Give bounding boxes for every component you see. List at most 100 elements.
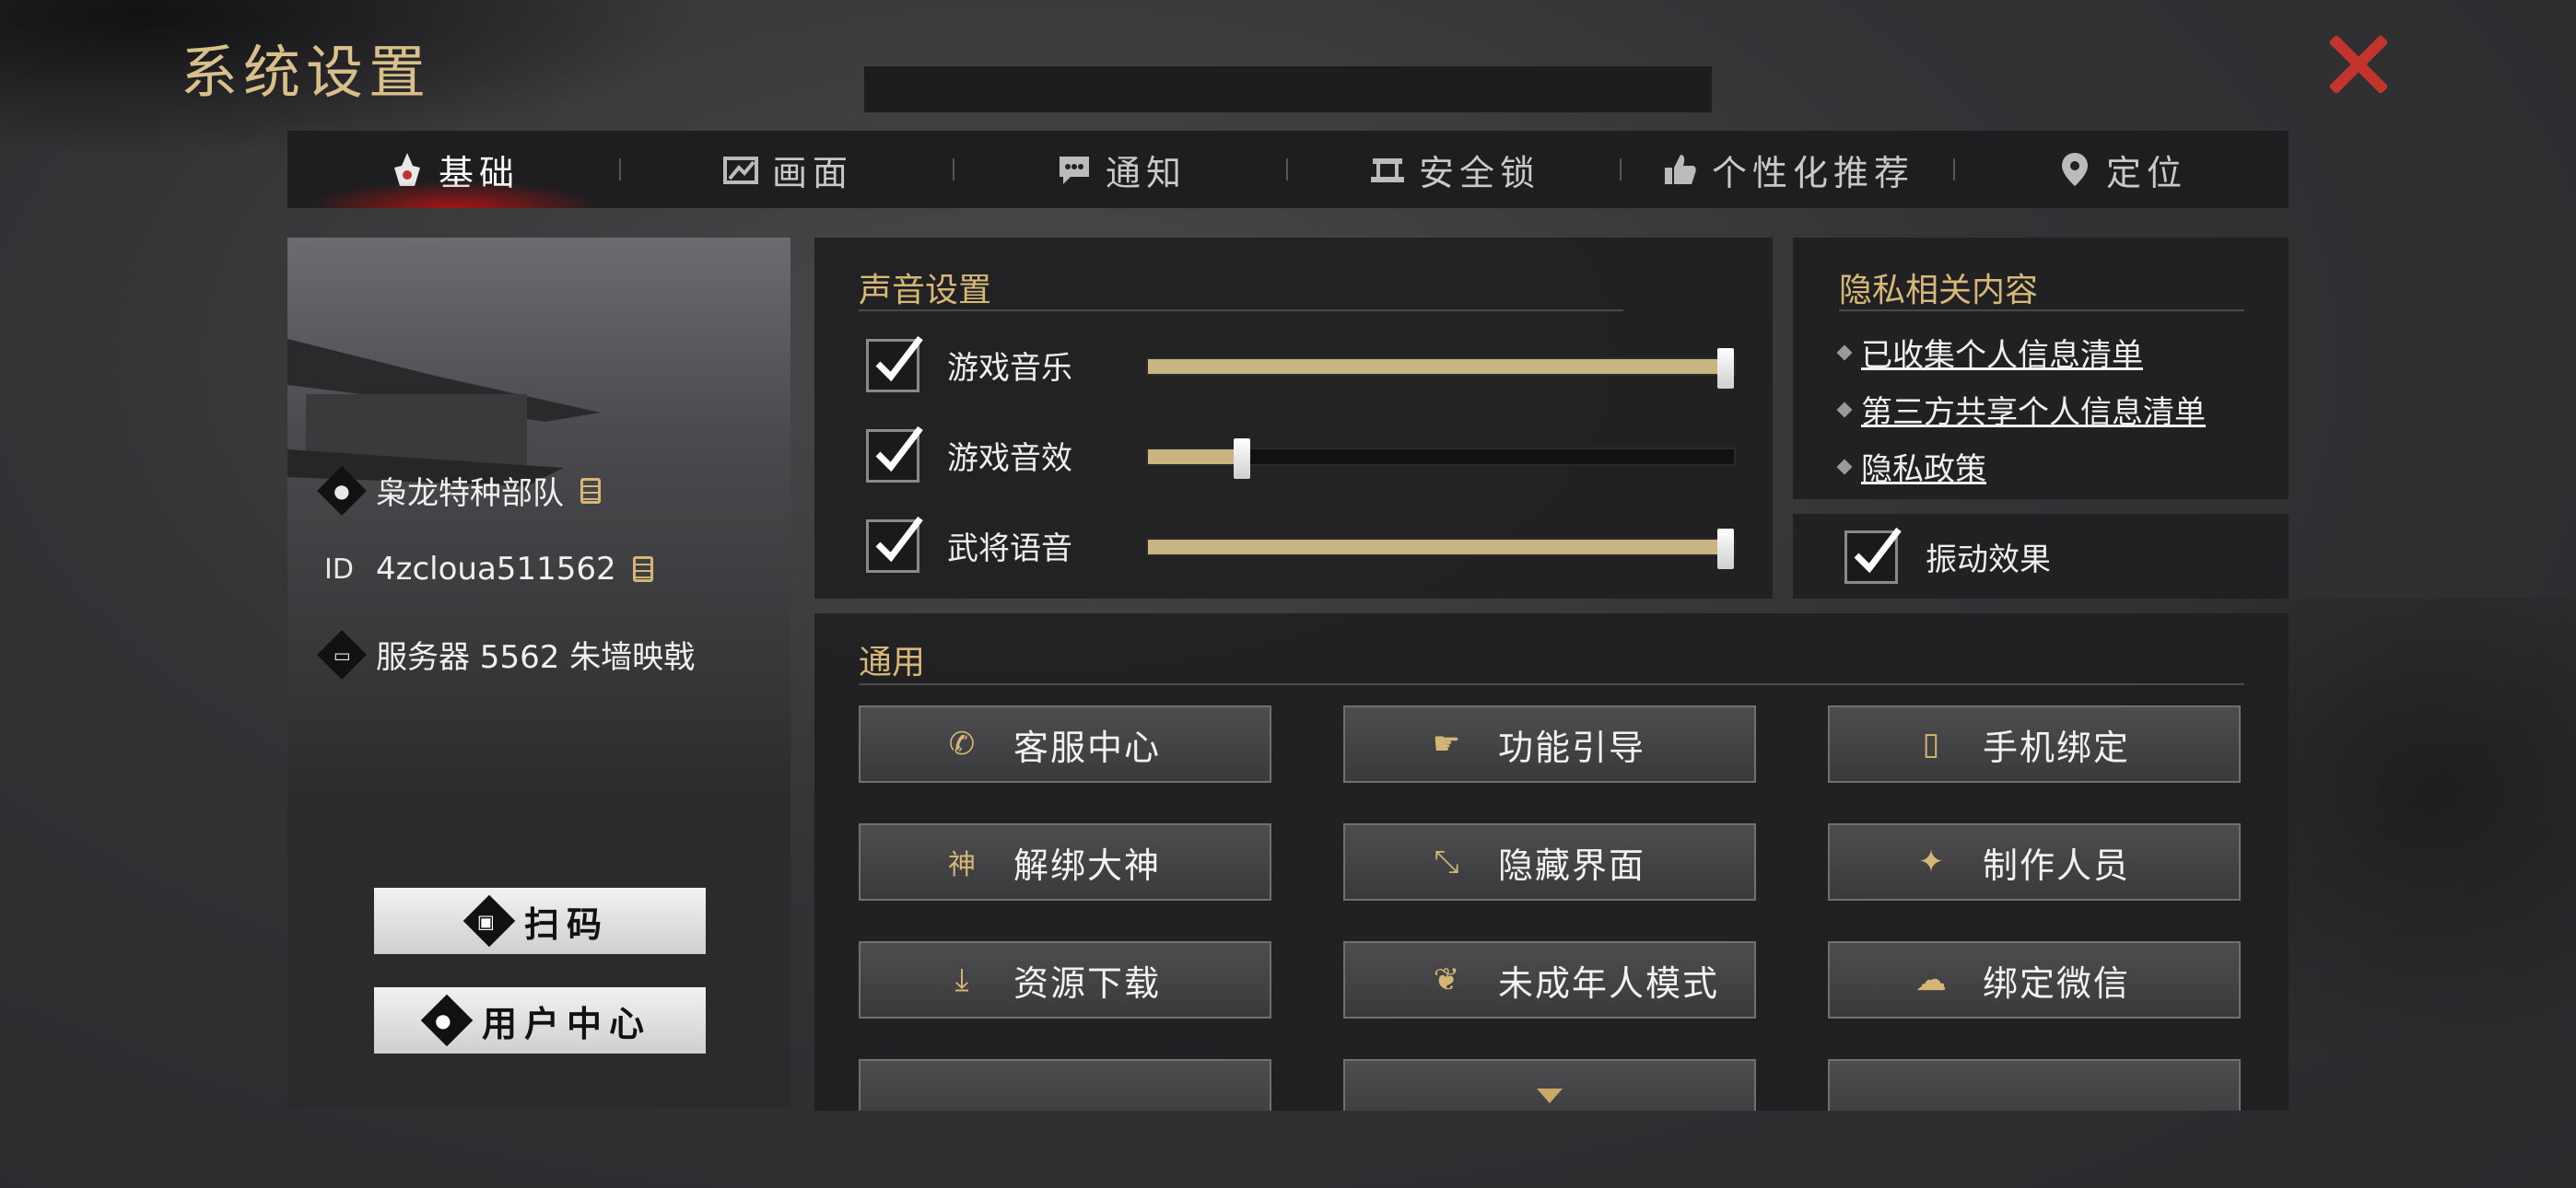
display-icon <box>722 151 759 188</box>
link-text: 第三方共享个人信息清单 <box>1861 394 2206 431</box>
tab-location[interactable]: 定位 <box>1955 131 2289 208</box>
divider <box>1839 309 2244 311</box>
hand-pointer-icon: ☛ <box>1432 726 1461 763</box>
player-name: 枭龙特种部队 <box>376 475 564 512</box>
download-icon: ⤓ <box>954 961 969 998</box>
mobile-icon: ▯ <box>1922 726 1940 763</box>
shen-icon: 神 <box>948 849 976 881</box>
tab-notify[interactable]: 通知 <box>954 131 1288 208</box>
player-id: 4zcloua511562 <box>376 551 616 588</box>
partial-button[interactable] <box>859 1059 1271 1111</box>
minor-mode-button[interactable]: ❦ 未成年人模式 <box>1343 941 1756 1019</box>
tab-label: 个性化推荐 <box>1711 152 1914 193</box>
link-text: 已收集个人信息清单 <box>1861 337 2143 374</box>
scan-button[interactable]: ▣ 扫码 <box>374 888 706 954</box>
location-pin-icon <box>2056 151 2093 188</box>
lock-icon <box>1369 151 1406 188</box>
resource-download-button[interactable]: ⤓ 资源下载 <box>859 941 1271 1019</box>
sound-settings-panel: 声音设置 游戏音乐 游戏音效 武将语音 <box>814 238 1773 599</box>
close-icon[interactable] <box>2324 31 2390 98</box>
divider <box>859 683 2244 685</box>
link-text: 隐私政策 <box>1861 451 1986 488</box>
phone-binding-button[interactable]: ▯ 手机绑定 <box>1828 705 2241 783</box>
general-title: 通用 <box>859 644 926 681</box>
privacy-link-policy[interactable]: 隐私政策 <box>1836 444 1986 489</box>
id-badge: ID <box>324 553 354 586</box>
button-label: 客服中心 <box>1013 727 1162 768</box>
phone-icon: ✆ <box>948 726 976 763</box>
general-panel: 通用 ✆ 客服中心 ☛ 功能引导 ▯ 手机绑定 神 解绑大神 ⤡ 隐藏界面 ✦ 制作人员 ⤓… <box>814 613 2289 1111</box>
tab-bar: 基础 画面 通知 安全锁 个性化推荐 定位 <box>287 131 2289 208</box>
button-label: 制作人员 <box>1983 844 2131 886</box>
sfx-checkbox[interactable] <box>866 425 923 483</box>
tab-label: 定位 <box>2105 152 2187 193</box>
customer-service-button[interactable]: ✆ 客服中心 <box>859 705 1271 783</box>
button-label: 绑定微信 <box>1983 962 2131 1004</box>
expand-arrows-icon: ⤡ <box>1434 844 1459 880</box>
partial-button[interactable] <box>1828 1059 2241 1111</box>
tab-basic[interactable]: 基础 <box>287 131 621 208</box>
scroll-down-indicator-icon <box>1537 1089 1563 1103</box>
top-banner-bar <box>864 66 1712 112</box>
music-label: 游戏音乐 <box>947 350 1072 387</box>
copy-id-icon[interactable] <box>632 556 653 582</box>
unbind-dashen-button[interactable]: 神 解绑大神 <box>859 823 1271 901</box>
tab-label: 安全锁 <box>1418 152 1540 193</box>
button-label: 功能引导 <box>1498 727 1646 768</box>
credits-icon: ✦ <box>1917 844 1945 880</box>
bind-wechat-button[interactable]: ☁ 绑定微信 <box>1828 941 2241 1019</box>
vibration-panel: 振动效果 <box>1793 514 2289 599</box>
server-row: ▭ 服务器 5562 朱墙映戟 <box>317 629 696 680</box>
button-label: 隐藏界面 <box>1498 844 1646 886</box>
user-icon: ● <box>420 994 474 1047</box>
tab-label: 画面 <box>771 152 853 193</box>
chat-icon <box>1056 151 1093 188</box>
button-label: 资源下载 <box>1013 962 1162 1004</box>
scan-label: 扫码 <box>523 903 609 945</box>
sprout-icon: ❦ <box>1433 961 1460 998</box>
button-label: 未成年人模式 <box>1498 962 1720 1004</box>
voice-slider[interactable] <box>1146 529 1736 569</box>
scan-icon: ▣ <box>463 894 516 948</box>
bullet-icon <box>1836 459 1853 474</box>
tab-security-lock[interactable]: 安全锁 <box>1288 131 1622 208</box>
slider-knob[interactable] <box>1717 529 1734 569</box>
profile-background-art <box>287 238 790 809</box>
copy-name-icon[interactable] <box>580 477 601 504</box>
music-slider[interactable] <box>1146 348 1736 389</box>
tab-label: 基础 <box>438 152 520 193</box>
bullet-icon <box>1836 344 1853 360</box>
tab-label: 通知 <box>1105 152 1187 193</box>
player-id-row: ID 4zcloua511562 <box>324 551 653 588</box>
thumbs-up-icon <box>1662 151 1699 188</box>
server-name: 服务器 5562 朱墙映戟 <box>376 639 696 676</box>
hide-ui-button[interactable]: ⤡ 隐藏界面 <box>1343 823 1756 901</box>
button-label: 手机绑定 <box>1983 727 2131 768</box>
sfx-label: 游戏音效 <box>947 440 1072 477</box>
vibration-checkbox[interactable] <box>1844 527 1902 584</box>
credits-button[interactable]: ✦ 制作人员 <box>1828 823 2241 901</box>
user-center-label: 用户中心 <box>481 1003 651 1044</box>
wechat-icon: ☁ <box>1915 961 1947 998</box>
privacy-link-third-party[interactable]: 第三方共享个人信息清单 <box>1836 387 2206 432</box>
voice-checkbox[interactable] <box>866 516 923 573</box>
bullet-icon <box>1836 402 1853 417</box>
button-label: 解绑大神 <box>1013 844 1162 886</box>
user-center-button[interactable]: ● 用户中心 <box>374 987 706 1054</box>
avatar-icon: ● <box>317 465 367 516</box>
music-checkbox[interactable] <box>866 335 923 392</box>
server-icon: ▭ <box>317 629 367 680</box>
privacy-title: 隐私相关内容 <box>1839 272 2039 309</box>
sound-title: 声音设置 <box>859 272 992 309</box>
tab-display[interactable]: 画面 <box>621 131 954 208</box>
divider <box>859 309 1623 311</box>
tab-personalized[interactable]: 个性化推荐 <box>1622 131 1955 208</box>
sfx-slider[interactable] <box>1146 438 1736 479</box>
slider-knob[interactable] <box>1233 438 1250 479</box>
profile-panel: ● 枭龙特种部队 ID 4zcloua511562 ▭ 服务器 5562 朱墙映… <box>287 238 790 1109</box>
slider-knob[interactable] <box>1717 348 1734 389</box>
voice-label: 武将语音 <box>947 530 1072 567</box>
feature-guide-button[interactable]: ☛ 功能引导 <box>1343 705 1756 783</box>
page-title: 系统设置 <box>181 39 432 106</box>
privacy-link-collected[interactable]: 已收集个人信息清单 <box>1836 330 2143 375</box>
